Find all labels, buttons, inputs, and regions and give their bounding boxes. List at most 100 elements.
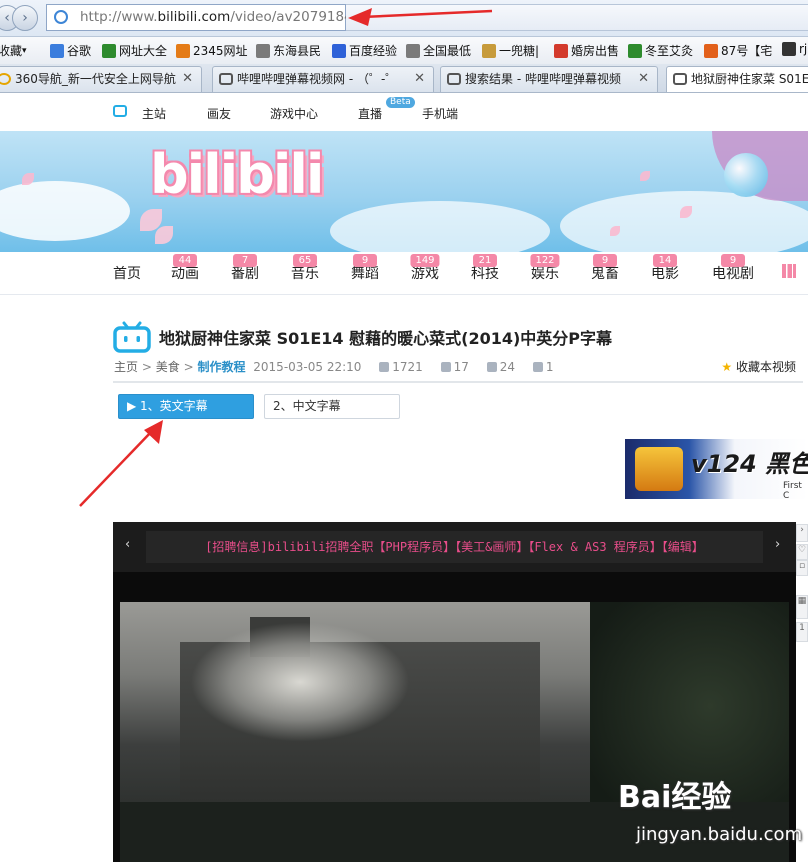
baidu-jingyan-watermark: Bai经验 jingyan.baidu.com bbox=[596, 772, 802, 856]
advertisement-banner[interactable]: v124 黑色 First C bbox=[625, 439, 808, 499]
favorite-label: 冬至艾灸 bbox=[645, 44, 694, 58]
category-count-badge: 65 bbox=[293, 254, 317, 267]
player-notice-bar: ‹ [招聘信息]bilibili招聘全职【PHP程序员】【美工&画师】【Flex… bbox=[113, 522, 796, 572]
tab-search-results[interactable]: 搜索结果 - 哔哩哔哩弹幕视频 ✕ bbox=[440, 66, 658, 92]
favorite-item[interactable]: rj bbox=[782, 42, 807, 56]
category-label: 音乐 bbox=[291, 266, 319, 282]
arrow-line-part bbox=[79, 430, 153, 507]
favorite-count: 24 bbox=[499, 360, 516, 374]
bubble-decoration bbox=[724, 153, 768, 197]
favorite-item[interactable]: 网址大全 bbox=[102, 42, 167, 59]
category-8[interactable]: 鬼畜 9 bbox=[583, 254, 627, 283]
favorite-item[interactable]: 87号【宅 bbox=[704, 42, 772, 59]
close-icon[interactable]: ✕ bbox=[182, 67, 193, 91]
category-7[interactable]: 娱乐 122 bbox=[523, 254, 567, 283]
chevron-left-icon[interactable]: ‹ bbox=[125, 537, 130, 552]
tab-bilibili-home[interactable]: 哔哩哔哩弹幕视频网 - （゜-゜ ✕ bbox=[212, 66, 434, 92]
breadcrumb-food[interactable]: 美食 bbox=[156, 360, 180, 374]
category-2[interactable]: 番剧 7 bbox=[223, 254, 267, 283]
ranking-icon[interactable] bbox=[782, 264, 796, 278]
tab-current-video[interactable]: 地狱厨神住家菜 S01E1 bbox=[666, 66, 808, 92]
category-count-badge: 44 bbox=[173, 254, 197, 267]
category-5[interactable]: 游戏 149 bbox=[403, 254, 447, 283]
category-9[interactable]: 电影 14 bbox=[643, 254, 687, 283]
nav-live[interactable]: 直播 bbox=[358, 105, 382, 122]
nav-artists[interactable]: 画友 bbox=[207, 105, 231, 122]
favorite-item[interactable]: 2345网址 bbox=[176, 42, 248, 59]
navigation-icon bbox=[102, 43, 116, 58]
player-side-button[interactable]: ▫ bbox=[796, 560, 808, 576]
upload-time: 2015-03-05 22:10 bbox=[253, 360, 362, 374]
video-meta: 主页 > 美食 > 制作教程 2015-03-05 22:10 1721 17 … bbox=[114, 358, 796, 375]
tab-label: 地狱厨神住家菜 S01E1 bbox=[691, 72, 808, 86]
breadcrumb-home[interactable]: 主页 bbox=[114, 360, 138, 374]
sun-glare bbox=[190, 622, 410, 742]
nav-game-center[interactable]: 游戏中心 bbox=[270, 105, 318, 122]
category-nav: 首页 动画 44 番剧 7 音乐 65 舞蹈 9 游戏 149 科技 21 娱乐 122 鬼畜 9 电影 14 电视剧… bbox=[0, 252, 808, 295]
favorite-item[interactable]: 一兜糖| bbox=[482, 42, 539, 59]
category-6[interactable]: 科技 21 bbox=[463, 254, 507, 283]
category-10[interactable]: 电视剧 9 bbox=[709, 254, 757, 283]
favorite-label: 收藏 bbox=[0, 44, 23, 58]
close-icon[interactable]: ✕ bbox=[638, 67, 649, 91]
bilibili-tv-icon bbox=[673, 73, 687, 85]
play-count: 1721 bbox=[392, 360, 423, 374]
favorite-label: 东海县民 bbox=[273, 44, 322, 58]
part-1-english-subtitles[interactable]: ▶ 1、英文字幕 bbox=[118, 394, 254, 419]
tab-360-nav[interactable]: 360导航_新一代安全上网导航 ✕ bbox=[0, 66, 202, 92]
category-0[interactable]: 首页 bbox=[105, 263, 149, 283]
close-icon[interactable]: ✕ bbox=[414, 67, 425, 91]
favorite-count-icon bbox=[486, 362, 497, 372]
player-side-button[interactable]: 1 bbox=[796, 622, 808, 642]
favorites-bar: 收藏 ▾ 谷歌 网址大全 2345网址 东海县民 百度经验 全国最低 一兜糖| 婚房出售 冬至艾灸… bbox=[0, 37, 808, 65]
favorite-label: 百度经验 bbox=[349, 44, 398, 58]
watermark-url: jingyan.baidu.com bbox=[636, 824, 803, 845]
favorite-label: 谷歌 bbox=[67, 44, 92, 58]
nav-mobile[interactable]: 手机端 bbox=[422, 105, 458, 122]
breadcrumb-cooking-tutorial[interactable]: 制作教程 bbox=[197, 360, 245, 374]
tab-label: 哔哩哔哩弹幕视频网 - （゜-゜ bbox=[237, 72, 398, 86]
360-icon bbox=[0, 73, 11, 85]
player-side-button[interactable]: ▦ bbox=[796, 595, 808, 619]
category-1[interactable]: 动画 44 bbox=[163, 254, 207, 283]
category-count-badge: 9 bbox=[721, 254, 745, 267]
coin-icon bbox=[532, 362, 543, 372]
favorite-item[interactable]: 百度经验 bbox=[332, 42, 397, 59]
video-title: 地狱厨神住家菜 S01E14 慰藉的暖心菜式(2014)中英分P字幕 bbox=[159, 329, 613, 348]
forward-button[interactable]: › bbox=[12, 5, 38, 31]
site-top-nav: 主站 画友 游戏中心 直播 Beta 手机端 bbox=[0, 93, 808, 132]
player-side-button[interactable]: › bbox=[796, 524, 808, 542]
url-input[interactable]: http://www.bilibili.com/video/av2079184/ bbox=[46, 4, 357, 31]
favorite-item[interactable]: 东海县民 bbox=[256, 42, 321, 59]
nav-main-site[interactable]: 主站 bbox=[142, 105, 166, 122]
favorite-label: 婚房出售 bbox=[571, 44, 620, 58]
category-count-badge: 14 bbox=[653, 254, 677, 267]
part-2-chinese-subtitles[interactable]: 2、中文字幕 bbox=[264, 394, 400, 419]
globe-icon bbox=[54, 10, 68, 24]
category-label: 电影 bbox=[651, 266, 679, 282]
category-3[interactable]: 音乐 65 bbox=[283, 254, 327, 283]
category-count-badge: 7 bbox=[233, 254, 257, 267]
favorite-item[interactable]: 全国最低 bbox=[406, 42, 471, 59]
category-label: 电视剧 bbox=[712, 266, 754, 282]
favorite-item[interactable]: 谷歌 bbox=[50, 42, 91, 59]
chevron-right-icon[interactable]: › bbox=[775, 537, 780, 552]
favorite-item[interactable]: 收藏 ▾ bbox=[0, 42, 27, 59]
favorite-item[interactable]: 婚房出售 bbox=[554, 42, 619, 59]
category-label: 娱乐 bbox=[531, 266, 559, 282]
grid-icon bbox=[782, 42, 796, 56]
favorite-item[interactable]: 冬至艾灸 bbox=[628, 42, 693, 59]
favorite-video-button[interactable]: ★ 收藏本视频 bbox=[721, 358, 796, 375]
chevron-down-icon[interactable]: ▾ bbox=[22, 46, 27, 56]
page-icon bbox=[256, 43, 270, 58]
category-label: 科技 bbox=[471, 266, 499, 282]
bilibili-logo[interactable]: bilibili bbox=[150, 143, 324, 206]
favorite-label: 87号【宅 bbox=[721, 44, 773, 58]
player-side-button[interactable]: ♡ bbox=[796, 544, 808, 560]
tab-label: 搜索结果 - 哔哩哔哩弹幕视频 bbox=[465, 72, 621, 86]
address-bar-extension[interactable] bbox=[346, 4, 808, 31]
recruit-notice[interactable]: [招聘信息]bilibili招聘全职【PHP程序员】【美工&画师】【Flex &… bbox=[146, 531, 763, 563]
category-4[interactable]: 舞蹈 9 bbox=[343, 254, 387, 283]
favorite-label: 一兜糖| bbox=[499, 44, 540, 58]
danmaku-count: 17 bbox=[453, 360, 469, 374]
